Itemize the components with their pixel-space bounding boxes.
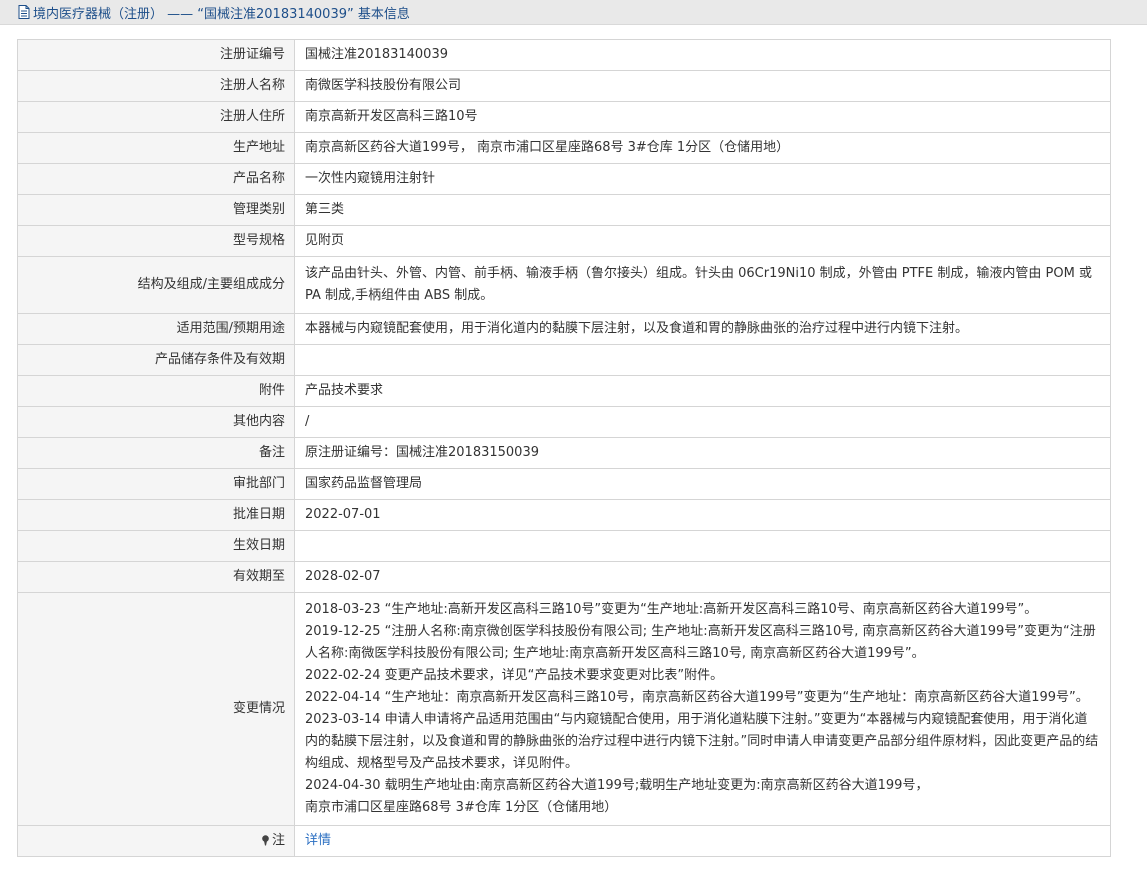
table-row: 批准日期 2022-07-01: [17, 499, 1111, 531]
table-row: 附件 产品技术要求: [17, 375, 1111, 407]
field-value: [294, 530, 1111, 562]
field-label: 审批部门: [17, 468, 295, 500]
field-label: 结构及组成/主要组成成分: [17, 256, 295, 314]
field-value: /: [294, 406, 1111, 438]
table-row: 注册人名称 南微医学科技股份有限公司: [17, 70, 1111, 102]
field-label: 生产地址: [17, 132, 295, 164]
field-value: 2022-07-01: [294, 499, 1111, 531]
field-value: 第三类: [294, 194, 1111, 226]
table-row: 有效期至 2028-02-07: [17, 561, 1111, 593]
field-label: 注册人住所: [17, 101, 295, 133]
table-row: 备注 原注册证编号：国械注准20183150039: [17, 437, 1111, 469]
field-label: 注册人名称: [17, 70, 295, 102]
field-value: 国家药品监督管理局: [294, 468, 1111, 500]
change-entry: 2023-03-14 申请人申请将产品适用范围由“与内窥镜配合使用，用于消化道粘…: [305, 712, 1099, 771]
page-header: 境内医疗器械（注册） —— “国械注准20183140039” 基本信息: [0, 0, 1147, 25]
table-row: 产品名称 一次性内窥镜用注射针: [17, 163, 1111, 195]
field-label: 批准日期: [17, 499, 295, 531]
table-row: 注册人住所 南京高新开发区高科三路10号: [17, 101, 1111, 133]
field-value: 南京高新开发区高科三路10号: [294, 101, 1111, 133]
table-row-note: 注 详情: [17, 825, 1111, 857]
change-entry: 2022-04-14 “生产地址：南京高新开发区高科三路10号，南京高新区药谷大…: [305, 690, 1089, 705]
change-entry: 2022-02-24 变更产品技术要求，详见“产品技术要求变更对比表”附件。: [305, 668, 724, 683]
table-row: 生产地址 南京高新区药谷大道199号， 南京市浦口区星座路68号 3#仓库 1分区…: [17, 132, 1111, 164]
pin-icon: [262, 835, 269, 846]
field-value: 2028-02-07: [294, 561, 1111, 593]
field-label: 产品储存条件及有效期: [17, 344, 295, 376]
change-history: 2018-03-23 “生产地址:高新开发区高科三路10号”变更为“生产地址:高…: [294, 592, 1111, 826]
note-label: 注: [271, 833, 285, 848]
field-value: 该产品由针头、外管、内管、前手柄、输液手柄（鲁尔接头）组成。针头由 06Cr19…: [294, 256, 1111, 314]
field-value: 产品技术要求: [294, 375, 1111, 407]
field-value: 本器械与内窥镜配套使用，用于消化道内的黏膜下层注射，以及食道和胃的静脉曲张的治疗…: [294, 313, 1111, 345]
field-label: 变更情况: [17, 592, 295, 826]
table-row-changes: 变更情况 2018-03-23 “生产地址:高新开发区高科三路10号”变更为“生产…: [17, 592, 1111, 826]
field-value: [294, 344, 1111, 376]
document-icon: [18, 5, 30, 19]
field-label: 有效期至: [17, 561, 295, 593]
table-row: 型号规格 见附页: [17, 225, 1111, 257]
field-value: 原注册证编号：国械注准20183150039: [294, 437, 1111, 469]
field-label: 注册证编号: [17, 39, 295, 71]
table-row: 适用范围/预期用途 本器械与内窥镜配套使用，用于消化道内的黏膜下层注射，以及食道和…: [17, 313, 1111, 345]
field-label: 附件: [17, 375, 295, 407]
field-value: 国械注准20183140039: [294, 39, 1111, 71]
field-label: 适用范围/预期用途: [17, 313, 295, 345]
field-value: 一次性内窥镜用注射针: [294, 163, 1111, 195]
details-link[interactable]: 详情: [305, 833, 331, 848]
note-label-cell: 注: [17, 825, 295, 857]
device-info-table: 注册证编号 国械注准20183140039 注册人名称 南微医学科技股份有限公司 注册人…: [17, 39, 1111, 857]
table-row: 其他内容 /: [17, 406, 1111, 438]
table-row: 结构及组成/主要组成成分 该产品由针头、外管、内管、前手柄、输液手柄（鲁尔接头）组…: [17, 256, 1111, 314]
table-row: 管理类别 第三类: [17, 194, 1111, 226]
page-title: 境内医疗器械（注册） —— “国械注准20183140039” 基本信息: [33, 6, 410, 22]
field-label: 管理类别: [17, 194, 295, 226]
table-row: 注册证编号 国械注准20183140039: [17, 39, 1111, 71]
change-entry: 2019-12-25 “注册人名称:南京微创医学科技股份有限公司; 生产地址:高…: [305, 624, 1096, 661]
change-entry: 2024-04-30 载明生产地址由:南京高新区药谷大道199号;载明生产地址变…: [305, 778, 929, 793]
field-value: 南微医学科技股份有限公司: [294, 70, 1111, 102]
field-label: 型号规格: [17, 225, 295, 257]
field-label: 备注: [17, 437, 295, 469]
table-row: 审批部门 国家药品监督管理局: [17, 468, 1111, 500]
table-row: 生效日期: [17, 530, 1111, 562]
field-label: 生效日期: [17, 530, 295, 562]
note-value: 详情: [294, 825, 1111, 857]
change-entry: 南京市浦口区星座路68号 3#仓库 1分区（仓储用地）: [305, 800, 618, 815]
field-value: 南京高新区药谷大道199号， 南京市浦口区星座路68号 3#仓库 1分区（仓储用…: [294, 132, 1111, 164]
change-entry: 2018-03-23 “生产地址:高新开发区高科三路10号”变更为“生产地址:高…: [305, 602, 1038, 617]
field-label: 产品名称: [17, 163, 295, 195]
field-value: 见附页: [294, 225, 1111, 257]
field-label: 其他内容: [17, 406, 295, 438]
table-row: 产品储存条件及有效期: [17, 344, 1111, 376]
